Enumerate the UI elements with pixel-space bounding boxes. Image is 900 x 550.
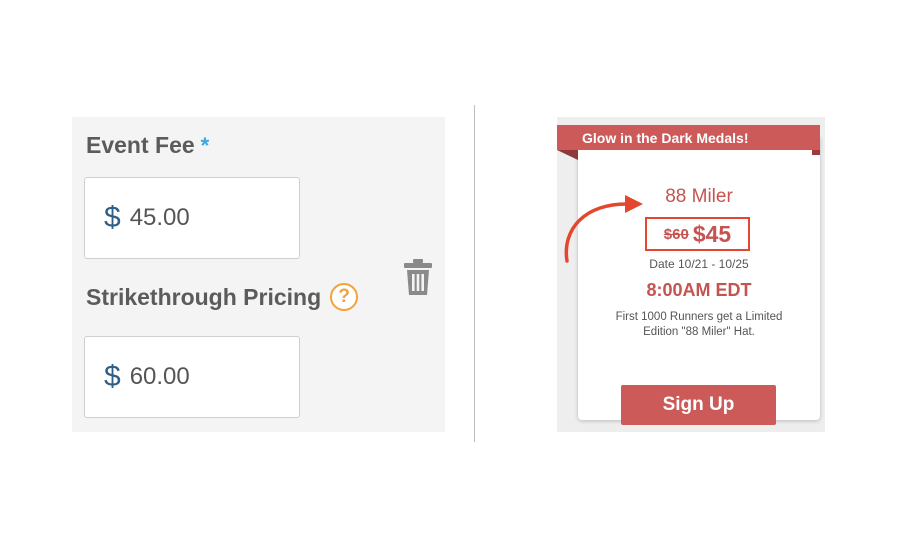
dollar-sign-icon: $ — [104, 360, 121, 393]
event-fee-label: Event Fee * — [86, 132, 209, 159]
required-marker: * — [200, 132, 210, 158]
strikethrough-price-input[interactable]: $ 60.00 — [84, 336, 300, 418]
card-preview-panel: Glow in the Dark Medals! 88 Miler $60 $4… — [557, 117, 825, 432]
event-time: 8:00AM EDT — [646, 280, 752, 300]
original-price: $60 — [663, 225, 689, 243]
price-highlight-box: $60 $45 — [645, 217, 750, 251]
event-card: 88 Miler $60 $45 Date 10/21 - 10/25 8:00… — [578, 136, 820, 425]
panel-divider — [474, 105, 475, 442]
trash-icon[interactable] — [403, 257, 433, 297]
ribbon-fold — [557, 150, 578, 160]
pricing-form-panel: Event Fee * $ 45.00 Strikethrough Pricin… — [72, 117, 445, 432]
strikethrough-pricing-label: Strikethrough Pricing ? — [86, 283, 359, 311]
strikethrough-pricing-label-text: Strikethrough Pricing — [86, 283, 322, 310]
event-fee-label-text: Event Fee — [86, 132, 195, 158]
event-description: First 1000 Runners get a Limited Edition… — [615, 311, 783, 338]
event-fee-input[interactable]: $ 45.00 — [84, 177, 300, 259]
curved-arrow-icon — [564, 195, 643, 263]
help-icon[interactable]: ? — [330, 283, 359, 311]
event-fee-value[interactable]: 45.00 — [130, 204, 190, 232]
current-price: $45 — [692, 220, 732, 247]
ribbon-text: Glow in the Dark Medals! — [582, 130, 749, 146]
strikethrough-price-value[interactable]: 60.00 — [130, 363, 190, 391]
dollar-sign-icon: $ — [104, 201, 121, 234]
sign-up-button[interactable]: Sign Up — [621, 385, 776, 425]
